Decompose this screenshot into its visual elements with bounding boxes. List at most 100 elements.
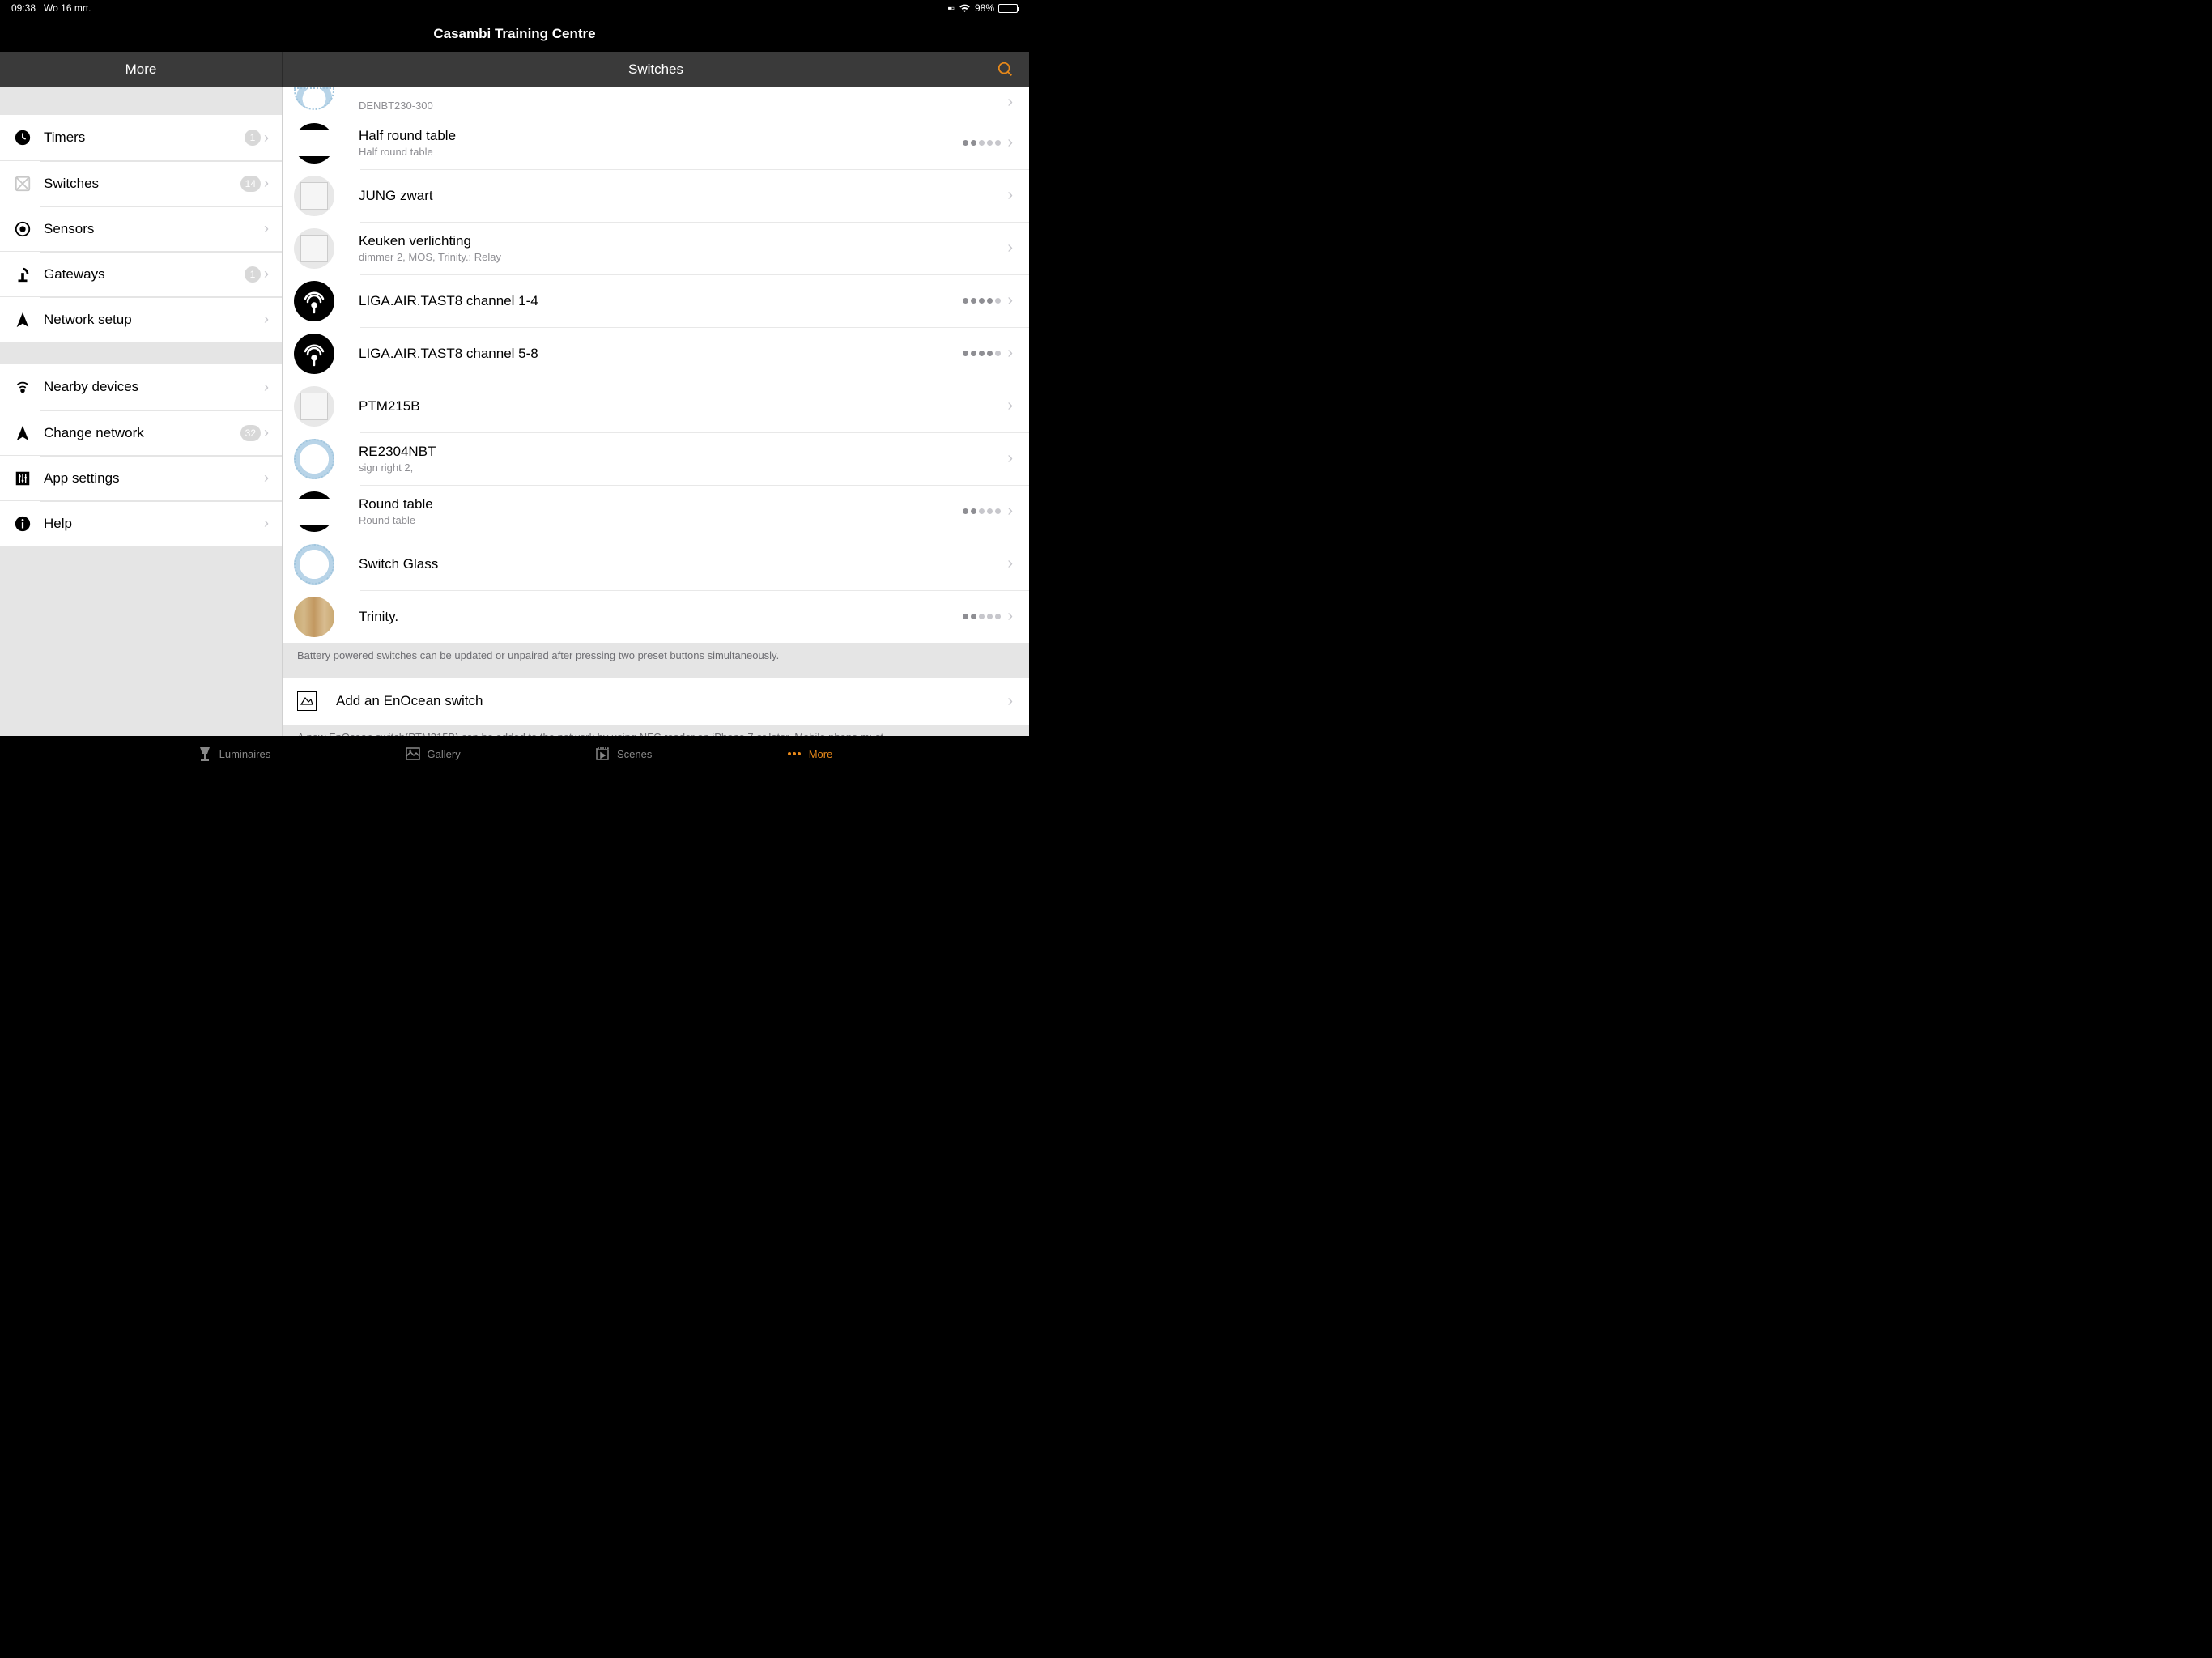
chevron-right-icon: ›: [264, 266, 269, 283]
clock-icon: [13, 128, 32, 147]
sidebar-item-app-settings[interactable]: App settings›: [0, 455, 282, 500]
sidebar-group-1: Timers1›Switches14›Sensors›Gateways1›Net…: [0, 115, 282, 342]
gallery-icon: A: [405, 746, 421, 762]
switch-thumb: [294, 439, 334, 479]
chevron-right-icon: ›: [264, 515, 269, 532]
sidebar-group-2: Nearby devices›Change network32›App sett…: [0, 364, 282, 546]
switch-row[interactable]: RE2304NBT sign right 2, ›: [283, 432, 1029, 485]
sidebar-item-label: Help: [44, 516, 264, 532]
switch-list: DENBT230-300› Half round table Half roun…: [283, 87, 1029, 643]
sidebar-item-change-network[interactable]: Change network32›: [0, 410, 282, 455]
search-icon[interactable]: [997, 61, 1015, 79]
switch-title: LIGA.AIR.TAST8 channel 5-8: [359, 346, 963, 362]
switch-thumb: [294, 544, 334, 585]
wifi-icon: [959, 3, 971, 13]
sidebar-badge: 1: [245, 130, 261, 146]
sidebar-item-label: App settings: [44, 470, 264, 487]
switch-thumb: [294, 334, 334, 374]
switch-title: Switch Glass: [359, 556, 1007, 572]
tab-gallery[interactable]: A Gallery: [405, 746, 461, 762]
switch-row[interactable]: Trinity. ›: [283, 590, 1029, 643]
sidebar-item-switches[interactable]: Switches14›: [0, 160, 282, 206]
switch-subtitle: Half round table: [359, 146, 963, 158]
chevron-right-icon: ›: [1007, 134, 1013, 152]
chevron-right-icon: ›: [1007, 449, 1013, 468]
enocean-icon: [297, 691, 317, 711]
sidebar-item-sensors[interactable]: Sensors›: [0, 206, 282, 251]
header-switches: Switches: [283, 52, 1029, 87]
signal-dots: [963, 140, 1001, 146]
switch-row[interactable]: JUNG zwart ›: [283, 169, 1029, 222]
switch-title: Round table: [359, 496, 963, 512]
scenes-icon: [594, 746, 610, 762]
page-title: Casambi Training Centre: [0, 16, 1029, 52]
sensor-icon: [13, 219, 32, 239]
chevron-right-icon: ›: [264, 311, 269, 328]
network-icon: [13, 423, 32, 443]
chevron-right-icon: ›: [264, 130, 269, 147]
sidebar-badge: 14: [240, 176, 261, 192]
sidebar-item-label: Change network: [44, 425, 240, 441]
sidebar-badge: 32: [240, 425, 261, 441]
signal-dots: [963, 298, 1001, 304]
switch-thumb: [294, 228, 334, 269]
chevron-right-icon: ›: [1007, 344, 1013, 363]
status-bar: 09:38 Wo 16 mrt. ▪▫ 98%: [0, 0, 1029, 16]
switch-thumb: [294, 87, 334, 110]
sliders-icon: [13, 469, 32, 488]
switch-row[interactable]: Half round table Half round table ›: [283, 117, 1029, 169]
switch-row[interactable]: PTM215B ›: [283, 380, 1029, 432]
switch-subtitle: sign right 2,: [359, 461, 1007, 474]
add-enocean-label: Add an EnOcean switch: [336, 693, 1007, 709]
tab-luminaires[interactable]: Luminaires: [197, 746, 271, 762]
switch-thumb: [294, 491, 334, 532]
chevron-right-icon: ›: [1007, 186, 1013, 205]
sidebar-item-nearby-devices[interactable]: Nearby devices›: [0, 364, 282, 410]
nearby-icon: [13, 377, 32, 397]
chevron-right-icon: ›: [1007, 93, 1013, 112]
switch-title: Half round table: [359, 128, 963, 144]
battery-icon: [998, 4, 1018, 13]
tab-scenes[interactable]: Scenes: [594, 746, 652, 762]
add-enocean-button[interactable]: Add an EnOcean switch ›: [283, 678, 1029, 725]
section-header: More Switches: [0, 52, 1029, 87]
status-date: Wo 16 mrt.: [44, 2, 91, 14]
switch-title: Trinity.: [359, 609, 963, 625]
sidebar-item-label: Gateways: [44, 266, 245, 283]
switch-thumb: [294, 123, 334, 164]
switch-row[interactable]: DENBT230-300›: [283, 87, 1029, 117]
chevron-right-icon: ›: [1007, 291, 1013, 310]
switch-row[interactable]: Keuken verlichting dimmer 2, MOS, Trinit…: [283, 222, 1029, 274]
signal-icon: ▪▫: [947, 2, 955, 14]
sidebar-item-help[interactable]: Help›: [0, 500, 282, 546]
sidebar-item-network-setup[interactable]: Network setup›: [0, 296, 282, 342]
battery-pct: 98%: [975, 2, 994, 14]
more-icon: [786, 746, 802, 762]
tab-bar: Luminaires A Gallery Scenes More: [0, 736, 1029, 772]
hint-text-2: A new EnOcean switch(PTM215B) can be add…: [283, 725, 1029, 736]
switch-subtitle: DENBT230-300: [359, 100, 1007, 112]
tab-more[interactable]: More: [786, 746, 833, 762]
switch-subtitle: Round table: [359, 514, 963, 526]
header-more: More: [0, 52, 283, 87]
switch-row[interactable]: LIGA.AIR.TAST8 channel 1-4 ›: [283, 274, 1029, 327]
switch-title: RE2304NBT: [359, 444, 1007, 460]
switch-row[interactable]: LIGA.AIR.TAST8 channel 5-8 ›: [283, 327, 1029, 380]
switch-row[interactable]: Switch Glass ›: [283, 538, 1029, 590]
switch-row[interactable]: Round table Round table ›: [283, 485, 1029, 538]
switch-icon: [13, 174, 32, 193]
sidebar-item-gateways[interactable]: Gateways1›: [0, 251, 282, 296]
chevron-right-icon: ›: [1007, 607, 1013, 626]
chevron-right-icon: ›: [1007, 397, 1013, 415]
chevron-right-icon: ›: [1007, 502, 1013, 521]
tab-label: Luminaires: [219, 748, 271, 760]
hint-text: Battery powered switches can be updated …: [283, 643, 1029, 678]
sidebar-item-timers[interactable]: Timers1›: [0, 115, 282, 160]
tab-label: Gallery: [428, 748, 461, 760]
signal-dots: [963, 614, 1001, 619]
sidebar-item-label: Sensors: [44, 221, 264, 237]
sidebar-item-label: Nearby devices: [44, 379, 264, 395]
chevron-right-icon: ›: [264, 424, 269, 441]
gateway-icon: [13, 265, 32, 284]
chevron-right-icon: ›: [1007, 239, 1013, 257]
